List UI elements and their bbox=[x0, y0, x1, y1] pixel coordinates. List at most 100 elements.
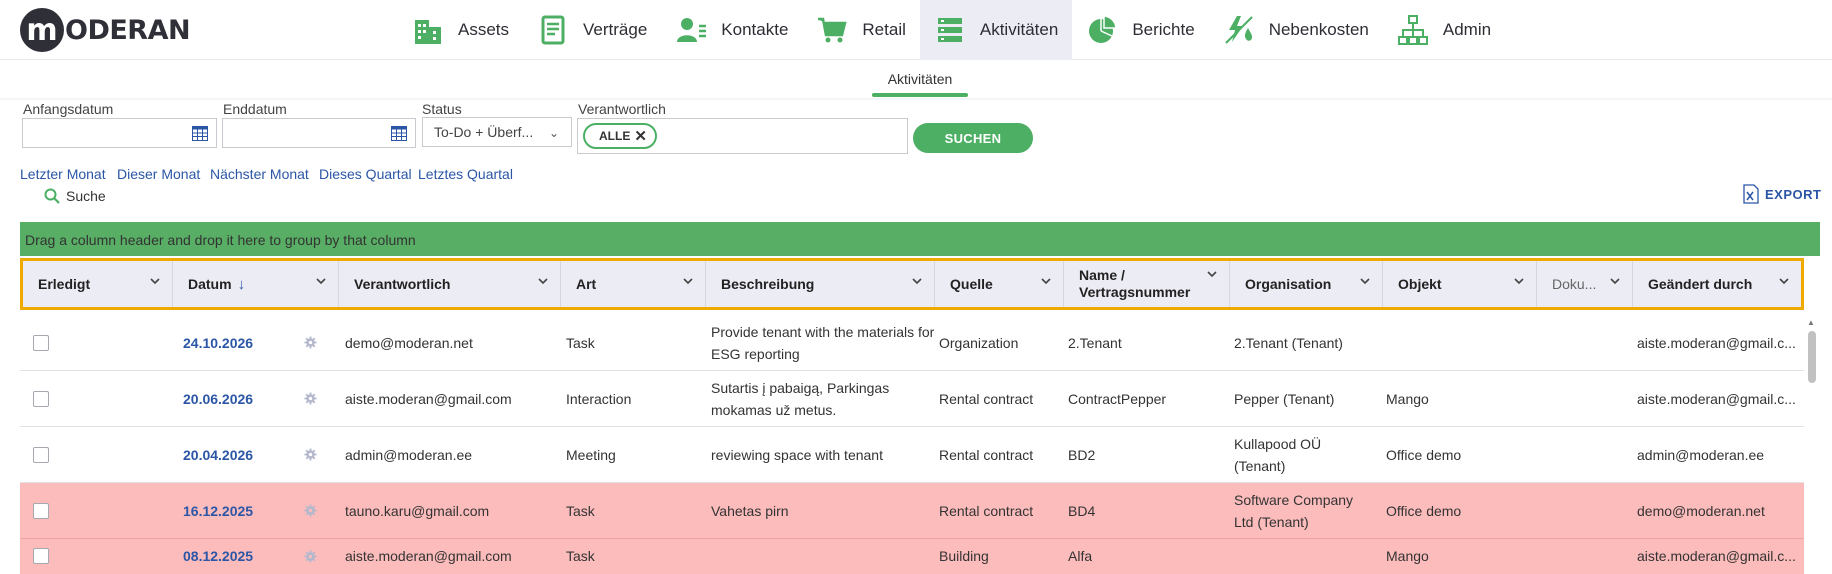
responsible-multiselect[interactable]: ALLE ✕ bbox=[577, 118, 908, 154]
chevron-down-icon[interactable] bbox=[316, 277, 326, 285]
date-cell[interactable]: 08.12.2025 bbox=[183, 539, 253, 573]
date-cell[interactable]: 20.04.2026 bbox=[183, 427, 253, 482]
end-date-input[interactable] bbox=[222, 118, 416, 148]
nav-nebenkosten[interactable]: Nebenkosten bbox=[1209, 0, 1383, 60]
logo-mark: m bbox=[20, 8, 64, 52]
description-cell: Sutartis į pabaigą, Parkingas mokamas už… bbox=[711, 379, 890, 418]
column-header-objekt[interactable]: Objekt bbox=[1383, 261, 1537, 307]
column-header-verantwortlich[interactable]: Verantwortlich bbox=[339, 261, 561, 307]
start-date-input[interactable] bbox=[22, 118, 217, 148]
chevron-down-icon[interactable] bbox=[1514, 277, 1524, 285]
name-cell: 2.Tenant bbox=[1068, 334, 1122, 351]
done-checkbox[interactable] bbox=[33, 446, 49, 463]
nav-admin[interactable]: Admin bbox=[1383, 0, 1505, 60]
table-row[interactable]: 20.04.2026 admin@moderan.ee Meeting revi… bbox=[20, 427, 1804, 483]
export-label: EXPORT bbox=[1765, 186, 1822, 202]
start-date-label: Anfangsdatum bbox=[23, 101, 114, 117]
date-cell[interactable]: 20.06.2026 bbox=[183, 371, 253, 426]
chevron-down-icon[interactable] bbox=[150, 277, 160, 285]
nav-assets[interactable]: Assets bbox=[398, 0, 523, 60]
group-drop-area[interactable]: Drag a column header and drop it here to… bbox=[20, 222, 1820, 256]
column-header-beschreibung[interactable]: Beschreibung bbox=[706, 261, 935, 307]
status-label: Status bbox=[422, 101, 462, 117]
name-cell: BD4 bbox=[1068, 502, 1096, 519]
column-header-geaendert-durch[interactable]: Geändert durch bbox=[1633, 261, 1801, 307]
quick-filter-this-month[interactable]: Dieser Monat bbox=[117, 166, 200, 182]
excel-icon bbox=[1743, 184, 1759, 204]
utilities-icon bbox=[1224, 16, 1253, 44]
column-header-name-vertragsnummer[interactable]: Name / Vertragsnummer bbox=[1064, 261, 1230, 307]
search-button[interactable]: SUCHEN bbox=[913, 123, 1033, 153]
chevron-down-icon: ⌄ bbox=[548, 126, 559, 140]
column-title-line: Name / bbox=[1079, 267, 1125, 283]
chevron-down-icon[interactable] bbox=[538, 277, 548, 285]
source-cell: Rental contract bbox=[939, 502, 1034, 519]
date-cell[interactable]: 24.10.2026 bbox=[183, 315, 253, 370]
chevron-down-icon[interactable] bbox=[1610, 277, 1620, 285]
column-title: Datum bbox=[188, 276, 232, 292]
export-button[interactable]: EXPORT bbox=[1743, 184, 1821, 204]
moderan-logo[interactable]: m ODERAN bbox=[20, 8, 191, 52]
object-cell: Mango bbox=[1386, 548, 1429, 564]
column-header-datum[interactable]: Datum ↓ bbox=[173, 261, 339, 307]
responsible-cell: admin@moderan.ee bbox=[345, 446, 473, 463]
quick-filter-last-month[interactable]: Letzter Monat bbox=[20, 166, 106, 182]
nav-label: Retail bbox=[862, 20, 906, 39]
chevron-down-icon[interactable] bbox=[683, 277, 693, 285]
calendar-icon[interactable] bbox=[192, 126, 208, 141]
gear-icon[interactable] bbox=[304, 392, 317, 405]
settings-cell bbox=[304, 483, 317, 538]
quick-filter-next-month[interactable]: Nächster Monat bbox=[210, 166, 309, 182]
column-header-dokumente[interactable]: Doku... bbox=[1537, 261, 1633, 307]
settings-cell bbox=[304, 427, 317, 482]
nav-berichte[interactable]: Berichte bbox=[1072, 0, 1208, 60]
done-checkbox[interactable] bbox=[33, 334, 49, 351]
column-title: Beschreibung bbox=[721, 276, 815, 292]
column-header-art[interactable]: Art bbox=[561, 261, 706, 307]
chevron-down-icon[interactable] bbox=[1779, 277, 1789, 285]
chevron-down-icon[interactable] bbox=[1360, 277, 1370, 285]
status-select[interactable]: To-Do + Überf... ⌄ bbox=[422, 117, 572, 147]
gear-icon[interactable] bbox=[304, 504, 317, 517]
vertical-scrollbar-thumb[interactable] bbox=[1808, 331, 1816, 383]
search-link[interactable]: Suche bbox=[44, 188, 106, 204]
table-row[interactable]: 16.12.2025 tauno.karu@gmail.com Task Vah… bbox=[20, 483, 1804, 539]
calendar-icon[interactable] bbox=[391, 126, 407, 141]
chevron-down-icon[interactable] bbox=[912, 277, 922, 285]
column-header-erledigt[interactable]: Erledigt bbox=[23, 261, 173, 307]
type-cell: Task bbox=[566, 548, 595, 564]
nav-label: Admin bbox=[1442, 20, 1492, 39]
column-header-quelle[interactable]: Quelle bbox=[935, 261, 1064, 307]
close-icon[interactable]: ✕ bbox=[634, 127, 647, 145]
nav-kontakte[interactable]: Kontakte bbox=[661, 0, 802, 60]
nav-aktivitaeten[interactable]: Aktivitäten bbox=[919, 0, 1073, 60]
done-checkbox-cell bbox=[33, 483, 49, 538]
organisation-cell: Pepper (Tenant) bbox=[1234, 390, 1335, 407]
nav-label: Berichte bbox=[1132, 20, 1195, 39]
date-cell[interactable]: 16.12.2025 bbox=[183, 483, 253, 538]
chevron-down-icon[interactable] bbox=[1041, 277, 1051, 285]
column-header-organisation[interactable]: Organisation bbox=[1230, 261, 1383, 307]
done-checkbox[interactable] bbox=[33, 502, 49, 519]
settings-cell bbox=[304, 371, 317, 426]
sort-descending-icon: ↓ bbox=[237, 275, 246, 293]
done-checkbox[interactable] bbox=[33, 548, 49, 564]
chevron-down-icon[interactable] bbox=[1207, 270, 1217, 278]
table-row[interactable]: 20.06.2026 aiste.moderan@gmail.com Inter… bbox=[20, 371, 1804, 427]
description-cell: reviewing space with tenant bbox=[711, 446, 883, 463]
table-row[interactable]: 08.12.2025 aiste.moderan@gmail.com Task … bbox=[20, 539, 1804, 574]
gear-icon[interactable] bbox=[304, 549, 317, 563]
shopping-cart-icon bbox=[818, 17, 848, 43]
nav-retail[interactable]: Retail bbox=[802, 0, 919, 60]
scroll-up-arrow-icon[interactable]: ▲ bbox=[1807, 318, 1815, 327]
table-row[interactable]: 24.10.2026 demo@moderan.net Task Provide… bbox=[20, 315, 1804, 371]
gear-icon[interactable] bbox=[304, 336, 317, 349]
nav-vertraege[interactable]: Verträge bbox=[523, 0, 661, 60]
quick-filter-this-quarter[interactable]: Dieses Quartal bbox=[319, 166, 412, 182]
quick-filter-last-quarter[interactable]: Letztes Quartal bbox=[418, 166, 513, 182]
done-checkbox[interactable] bbox=[33, 390, 49, 407]
responsible-cell: aiste.moderan@gmail.com bbox=[345, 548, 512, 564]
gear-icon[interactable] bbox=[304, 448, 317, 461]
description-cell: Vahetas pirn bbox=[711, 502, 789, 519]
logo-text: ODERAN bbox=[65, 14, 191, 46]
